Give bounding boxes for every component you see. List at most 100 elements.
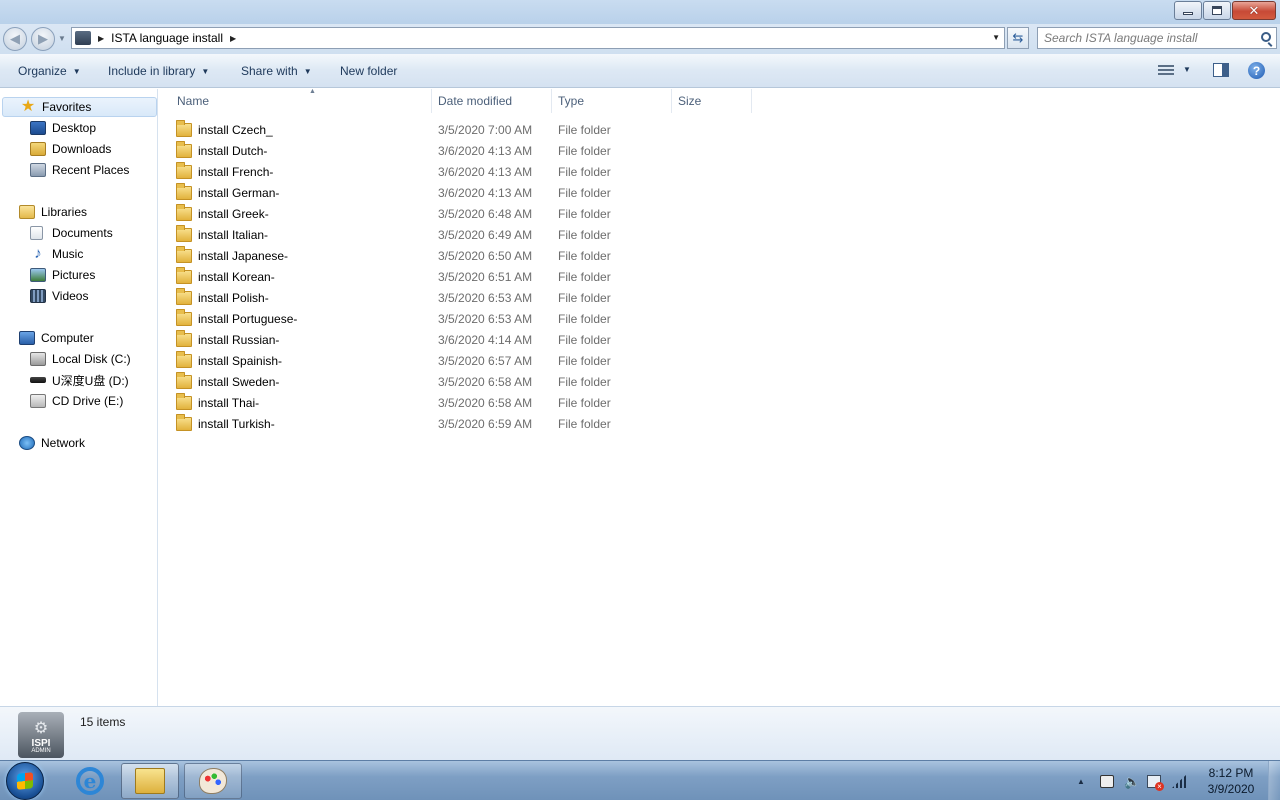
file-name: install Polish- [198, 290, 269, 305]
forward-button[interactable]: ▶ [31, 27, 55, 51]
taskbar-paint[interactable] [184, 763, 242, 799]
breadcrumb-chevron-icon[interactable]: ▶ [230, 34, 236, 43]
dropdown-caret-icon: ▼ [303, 66, 312, 76]
nav-downloads[interactable]: Downloads [30, 139, 111, 159]
internet-explorer-icon: e [76, 767, 104, 795]
file-date-modified: 3/6/2020 4:13 AM [438, 164, 533, 179]
clock[interactable]: 8:12 PM 3/9/2020 [1198, 765, 1264, 797]
taskbar-internet-explorer[interactable]: e [61, 763, 119, 799]
file-name: install Dutch- [198, 143, 268, 158]
file-name: install Czech_ [198, 122, 273, 137]
address-history-dropdown[interactable]: ▼ [992, 33, 1000, 42]
nav-usb-drive[interactable]: U深度U盘 (D:) [30, 370, 129, 390]
new-folder-button[interactable]: New folder [340, 64, 397, 78]
file-type: File folder [558, 185, 611, 200]
file-row[interactable]: install Czech_ 3/5/2020 7:00 AM File folde… [176, 119, 776, 140]
column-header-name[interactable]: Name ▲ [171, 88, 432, 113]
change-view-icon[interactable] [1158, 65, 1174, 77]
nav-local-disk[interactable]: Local Disk (C:) [30, 349, 131, 369]
nav-computer[interactable]: Computer [19, 328, 94, 348]
restore-icon [1212, 6, 1222, 15]
search-input[interactable] [1044, 28, 1254, 48]
windows-logo-icon [17, 772, 33, 790]
folder-icon [176, 203, 192, 221]
share-with-menu[interactable]: Share with ▼ [241, 64, 312, 78]
search-icon[interactable] [1261, 32, 1271, 42]
file-row[interactable]: install Russian- 3/6/2020 4:14 AM File fol… [176, 329, 776, 350]
file-name: install German- [198, 185, 280, 200]
file-row[interactable]: install Spainish- 3/5/2020 6:57 AM File fo… [176, 350, 776, 371]
file-date-modified: 3/5/2020 6:48 AM [438, 206, 533, 221]
start-button[interactable] [6, 762, 44, 800]
file-row[interactable]: install Polish- 3/5/2020 6:53 AM File fold… [176, 287, 776, 308]
nav-desktop[interactable]: Desktop [30, 118, 96, 138]
new-folder-label: New folder [340, 64, 398, 78]
file-row[interactable]: install Greek- 3/5/2020 6:48 AM File folde… [176, 203, 776, 224]
nav-network[interactable]: Network [19, 433, 85, 453]
show-desktop-button[interactable] [1268, 761, 1280, 800]
dropdown-caret-icon: ▼ [72, 66, 81, 76]
clock-time: 8:12 PM [1208, 766, 1254, 780]
nav-videos[interactable]: Videos [30, 286, 88, 306]
volume-icon[interactable]: 🔈 [1124, 775, 1140, 788]
file-date-modified: 3/6/2020 4:14 AM [438, 332, 533, 347]
minimize-button[interactable] [1174, 1, 1202, 20]
nav-cd-drive[interactable]: CD Drive (E:) [30, 391, 123, 411]
file-row[interactable]: install French- 3/6/2020 4:13 AM File fold… [176, 161, 776, 182]
nav-label: Downloads [52, 142, 112, 156]
nav-pictures[interactable]: Pictures [30, 265, 95, 285]
action-center-icon[interactable] [1147, 775, 1164, 791]
column-header-size[interactable]: Size [672, 89, 752, 113]
folder-icon [176, 287, 192, 305]
clock-date: 3/9/2020 [1207, 782, 1255, 796]
column-header-date-modified[interactable]: Date modified [432, 89, 552, 113]
nav-label: Libraries [41, 205, 88, 219]
file-row[interactable]: install German- 3/6/2020 4:13 AM File fold… [176, 182, 776, 203]
breadcrumb-current[interactable]: ISTA language install [111, 31, 223, 45]
nav-music[interactable]: ♪ Music [30, 244, 83, 264]
file-row[interactable]: install Japanese- 3/5/2020 6:50 AM File fo… [176, 245, 776, 266]
file-type: File folder [558, 311, 611, 326]
folder-icon [176, 392, 192, 410]
file-row[interactable]: install Portuguese- 3/5/2020 6:53 AM File … [176, 308, 776, 329]
preview-pane-icon[interactable] [1213, 63, 1229, 77]
file-row[interactable]: install Turkish- 3/5/2020 6:59 AM File fol… [176, 413, 776, 434]
column-header-type[interactable]: Type [552, 89, 672, 113]
search-box[interactable] [1037, 27, 1277, 49]
ispi-admin-icon: ⚙ ISPI ADMIN [18, 712, 64, 758]
folder-icon [176, 266, 192, 284]
network-signal-icon[interactable] [1172, 775, 1186, 788]
organize-menu[interactable]: Organize ▼ [18, 64, 81, 78]
taskbar-windows-explorer[interactable] [121, 763, 179, 799]
address-bar[interactable]: ▶ ISTA language install ▶ ▼ [71, 27, 1005, 49]
show-hidden-icons-arrow[interactable]: ▲ [1077, 777, 1085, 786]
computer-icon [19, 331, 35, 345]
nav-recent-places[interactable]: Recent Places [30, 160, 129, 180]
file-name: install Turkish- [198, 416, 275, 431]
nav-documents[interactable]: Documents [30, 223, 113, 243]
file-row[interactable]: install Dutch- 3/6/2020 4:13 AM File folde… [176, 140, 776, 161]
file-name: install Portuguese- [198, 311, 298, 326]
refresh-button[interactable]: ⇆ [1007, 27, 1029, 49]
nav-label: Favorites [42, 100, 92, 114]
maximize-button[interactable] [1203, 1, 1231, 20]
view-options-dropdown[interactable]: ▼ [1183, 65, 1191, 74]
recent-pages-dropdown[interactable]: ▼ [58, 34, 66, 43]
nav-libraries[interactable]: Libraries [19, 202, 87, 222]
breadcrumb-chevron-icon[interactable]: ▶ [98, 34, 104, 43]
folder-icon [176, 413, 192, 431]
details-pane: ⚙ ISPI ADMIN 15 items [0, 706, 1280, 760]
file-row[interactable]: install Thai- 3/5/2020 6:58 AM File folder [176, 392, 776, 413]
file-row[interactable]: install Italian- 3/5/2020 6:49 AM File fol… [176, 224, 776, 245]
close-button[interactable]: ✕ [1232, 1, 1276, 20]
folder-icon [176, 245, 192, 263]
back-button[interactable]: ◀ [3, 27, 27, 51]
nav-favorites[interactable]: ★ Favorites [2, 97, 157, 117]
nav-label: U深度U盘 (D:) [52, 373, 129, 388]
file-name: install Italian- [198, 227, 269, 242]
help-icon[interactable]: ? [1248, 62, 1265, 79]
keyboard-icon[interactable] [1100, 775, 1114, 788]
file-row[interactable]: install Korean- 3/5/2020 6:51 AM File fold… [176, 266, 776, 287]
file-row[interactable]: install Sweden- 3/5/2020 6:58 AM File fold… [176, 371, 776, 392]
include-in-library-menu[interactable]: Include in library ▼ [108, 64, 209, 78]
